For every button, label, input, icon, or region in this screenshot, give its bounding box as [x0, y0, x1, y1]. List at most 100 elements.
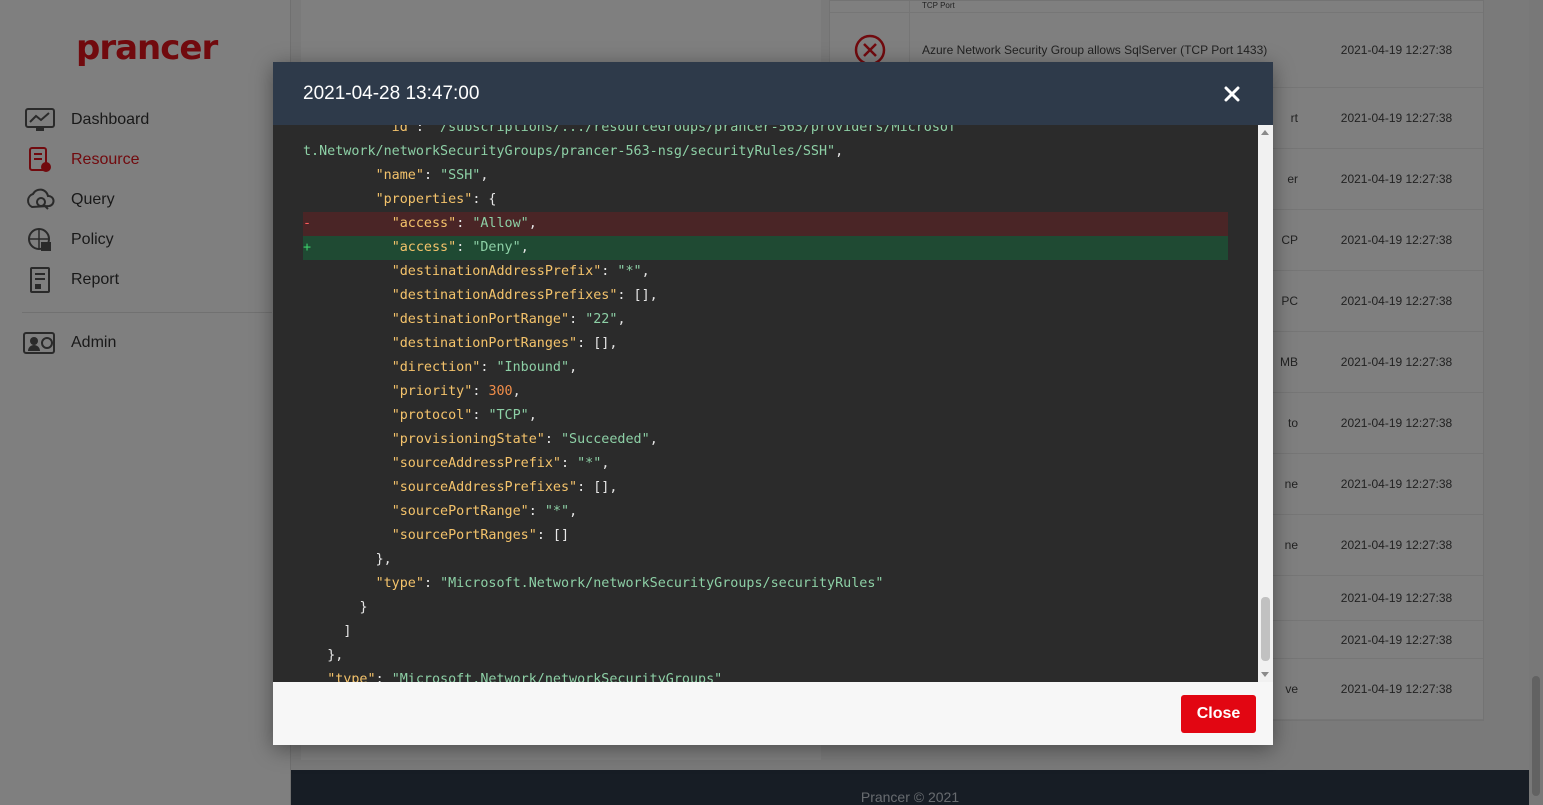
code-line: "type": "Microsoft.Network/networkSecuri…	[303, 572, 1228, 596]
json-key: "type"	[327, 672, 376, 682]
json-punctuation: :	[472, 384, 489, 399]
json-string: "Microsoft.Network/networkSecurityGroups…	[440, 576, 884, 591]
json-string: "/subscriptions/.../resourceGroups/pranc…	[432, 125, 957, 135]
json-key: "sourcePortRanges"	[391, 528, 537, 543]
code-line: "sourceAddressPrefix": "*",	[303, 452, 1228, 476]
code-line: "sourceAddressPrefixes": [],	[303, 476, 1228, 500]
json-punctuation: }	[359, 600, 368, 615]
json-key: "access"	[391, 240, 457, 255]
close-button[interactable]: Close	[1181, 695, 1256, 733]
code-line: "destinationAddressPrefix": "*",	[303, 260, 1228, 284]
json-key: "sourceAddressPrefix"	[391, 456, 561, 471]
code-line: "type": "Microsoft.Network/networkSecuri…	[303, 668, 1228, 682]
json-key: "destinationAddressPrefixes"	[391, 288, 618, 303]
json-string: "*"	[617, 264, 642, 279]
scroll-down-icon[interactable]	[1261, 672, 1269, 677]
code-line: "destinationPortRanges": [],	[303, 332, 1228, 356]
json-string: "22"	[585, 312, 618, 327]
json-punctuation: },	[327, 648, 344, 663]
json-punctuation: :	[561, 456, 578, 471]
json-punctuation: },	[375, 552, 392, 567]
json-key: "access"	[391, 216, 457, 231]
json-string: "Deny"	[472, 240, 521, 255]
code-line: "sourcePortRange": "*",	[303, 500, 1228, 524]
json-string: "SSH"	[440, 168, 481, 183]
json-punctuation: ,	[617, 312, 626, 327]
code-line: "protocol": "TCP",	[303, 404, 1228, 428]
modal-footer: Close	[273, 682, 1273, 745]
json-punctuation: ,	[520, 240, 529, 255]
json-string: "Microsoft.Network/networkSecurityGroups…	[391, 672, 723, 682]
json-punctuation: :	[544, 432, 561, 447]
json-punctuation: :	[569, 312, 586, 327]
close-icon[interactable]	[1221, 83, 1243, 105]
json-key: "type"	[375, 576, 424, 591]
json-punctuation: :	[423, 576, 441, 591]
code-line: "sourcePortRanges": []	[303, 524, 1228, 548]
code-line: "provisioningState": "Succeeded",	[303, 428, 1228, 452]
json-punctuation: : {	[472, 192, 497, 207]
code-line: }	[303, 596, 1228, 620]
json-punctuation: :	[528, 504, 545, 519]
json-punctuation: :	[456, 240, 473, 255]
code-scrollbar-thumb[interactable]	[1261, 597, 1270, 661]
json-punctuation: ,	[480, 168, 489, 183]
json-string: "Succeeded"	[561, 432, 650, 447]
json-key: "priority"	[391, 384, 473, 399]
json-diff-viewer[interactable]: "id": "/subscriptions/.../resourceGroups…	[273, 125, 1273, 682]
scroll-up-icon[interactable]	[1261, 130, 1269, 135]
json-string: "Inbound"	[496, 360, 570, 375]
json-key: "provisioningState"	[391, 432, 545, 447]
json-punctuation: ]	[343, 624, 352, 639]
code-scrollbar[interactable]	[1258, 125, 1273, 682]
code-line: "properties": {	[303, 188, 1228, 212]
json-punctuation: :	[423, 168, 441, 183]
json-punctuation: ,	[569, 360, 578, 375]
code-block: "id": "/subscriptions/.../resourceGroups…	[303, 125, 1228, 682]
diff-line-removed: - "access": "Allow",	[303, 212, 1228, 236]
json-punctuation: :	[456, 216, 473, 231]
diff-line-added: + "access": "Deny",	[303, 236, 1228, 260]
json-punctuation: : [],	[577, 336, 618, 351]
json-string: "*"	[577, 456, 602, 471]
diff-added-marker: +	[303, 240, 312, 255]
json-string: t.Network/networkSecurityGroups/prancer-…	[303, 144, 836, 159]
json-key: "id"	[383, 125, 416, 135]
json-punctuation: ,	[528, 216, 537, 231]
code-line: "priority": 300,	[303, 380, 1228, 404]
code-line: "destinationPortRange": "22",	[303, 308, 1228, 332]
code-line: },	[303, 644, 1228, 668]
json-punctuation: : []	[536, 528, 570, 543]
json-string: "Allow"	[472, 216, 529, 231]
json-punctuation: :	[375, 672, 392, 682]
json-key: "protocol"	[391, 408, 473, 423]
json-punctuation: :	[472, 408, 489, 423]
code-line: "name": "SSH",	[303, 164, 1228, 188]
json-punctuation: ,	[512, 384, 521, 399]
json-key: "properties"	[375, 192, 473, 207]
code-line: ]	[303, 620, 1228, 644]
code-line: t.Network/networkSecurityGroups/prancer-…	[303, 140, 1228, 164]
json-punctuation: :	[415, 125, 432, 135]
json-key: "destinationAddressPrefix"	[391, 264, 602, 279]
json-key: "sourcePortRange"	[391, 504, 529, 519]
json-punctuation: ,	[601, 456, 610, 471]
